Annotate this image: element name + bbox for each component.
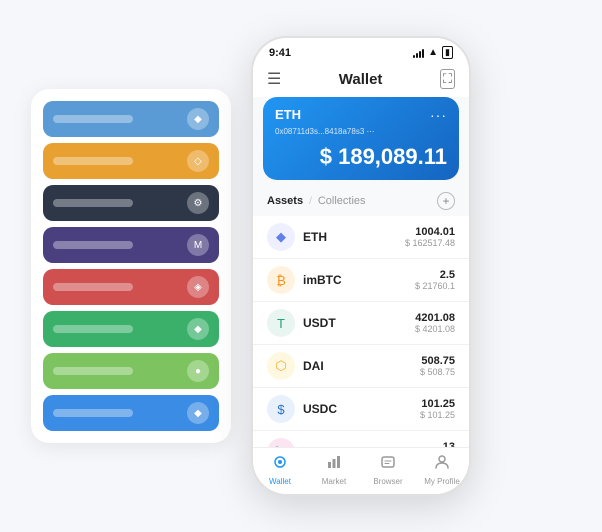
header: ☰ Wallet ⛶ xyxy=(253,63,469,97)
assets-tab-sep: / xyxy=(309,196,312,207)
asset-amount-secondary: $ 21760.1 xyxy=(415,281,455,291)
eth-card-name: ETH xyxy=(275,107,301,122)
asset-icon: ◆ xyxy=(267,223,295,251)
asset-amounts: 4201.08$ 4201.08 xyxy=(415,312,455,334)
asset-item[interactable]: T USDT4201.08$ 4201.08 xyxy=(253,302,469,345)
asset-item[interactable]: ₿ imBTC2.5$ 21760.1 xyxy=(253,259,469,302)
card-item[interactable]: ◈ xyxy=(43,269,219,305)
asset-list: ◆ ETH1004.01$ 162517.48 ₿ imBTC2.5$ 21760.1… xyxy=(253,216,469,447)
nav-icon-browser xyxy=(380,454,396,475)
card-icon: ◇ xyxy=(187,150,209,172)
eth-card-address: 0x08711d3s...8418a78s3 ⋯ xyxy=(275,127,447,136)
phone-mockup: 9:41 ▲ ▮ ☰ Wallet ⛶ ETH ··· xyxy=(251,36,471,496)
status-icons: ▲ ▮ xyxy=(413,46,453,59)
battery-icon: ▮ xyxy=(442,46,453,59)
nav-item-browser[interactable]: Browser xyxy=(361,454,415,486)
asset-item[interactable]: ◆ ETH1004.01$ 162517.48 xyxy=(253,216,469,259)
card-stack: ◆ ◇ ⚙ M ◈ ◆ ● ◆ xyxy=(31,89,231,443)
assets-tab-active[interactable]: Assets xyxy=(267,195,303,207)
asset-name: imBTC xyxy=(303,273,415,287)
eth-card[interactable]: ETH ··· 0x08711d3s...8418a78s3 ⋯ $ 189,0… xyxy=(263,97,459,180)
card-item[interactable]: ◆ xyxy=(43,395,219,431)
asset-item[interactable]: $ USDC101.25$ 101.25 xyxy=(253,388,469,431)
card-icon: ● xyxy=(187,360,209,382)
asset-amount-primary: 101.25 xyxy=(420,398,455,410)
asset-amount-secondary: $ 508.75 xyxy=(420,367,455,377)
scene: ◆ ◇ ⚙ M ◈ ◆ ● ◆ 9:41 ▲ ▮ ☰ Wallet ⛶ xyxy=(11,11,591,521)
asset-name: USDC xyxy=(303,402,420,416)
assets-add-button[interactable]: + xyxy=(437,192,455,210)
card-icon: ◆ xyxy=(187,318,209,340)
nav-label-wallet: Wallet xyxy=(269,477,291,486)
phone-screen: 9:41 ▲ ▮ ☰ Wallet ⛶ ETH ··· xyxy=(253,38,469,494)
wifi-icon: ▲ xyxy=(428,47,438,58)
card-item[interactable]: ◇ xyxy=(43,143,219,179)
card-item[interactable]: M xyxy=(43,227,219,263)
menu-icon[interactable]: ☰ xyxy=(267,69,281,89)
asset-icon: $ xyxy=(267,395,295,423)
eth-card-dots: ··· xyxy=(430,107,447,123)
nav-item-my-profile[interactable]: My Profile xyxy=(415,454,469,486)
card-item[interactable]: ● xyxy=(43,353,219,389)
signal-icon xyxy=(413,48,424,58)
assets-tab-inactive[interactable]: Collecties xyxy=(318,195,366,207)
eth-card-top: ETH ··· xyxy=(275,107,447,123)
nav-label-my-profile: My Profile xyxy=(424,477,460,486)
card-item[interactable]: ◆ xyxy=(43,311,219,347)
asset-amounts: 1004.01$ 162517.48 xyxy=(405,226,455,248)
asset-amounts: 508.75$ 508.75 xyxy=(420,355,455,377)
card-item[interactable]: ⚙ xyxy=(43,185,219,221)
card-icon: ◆ xyxy=(187,108,209,130)
asset-icon: 🐦 xyxy=(267,438,295,447)
card-icon: M xyxy=(187,234,209,256)
assets-header: Assets / Collecties + xyxy=(253,188,469,216)
asset-amount-secondary: $ 4201.08 xyxy=(415,324,455,334)
asset-item[interactable]: 🐦TFT130 xyxy=(253,431,469,447)
asset-icon: ₿ xyxy=(267,266,295,294)
asset-icon: ⬡ xyxy=(267,352,295,380)
assets-tabs: Assets / Collecties xyxy=(267,195,366,207)
nav-item-wallet[interactable]: Wallet xyxy=(253,454,307,486)
asset-amount-secondary: $ 162517.48 xyxy=(405,238,455,248)
nav-label-market: Market xyxy=(322,477,346,486)
nav-item-market[interactable]: Market xyxy=(307,454,361,486)
asset-amount-primary: 1004.01 xyxy=(405,226,455,238)
asset-amount-primary: 4201.08 xyxy=(415,312,455,324)
asset-amount-primary: 2.5 xyxy=(415,269,455,281)
card-icon: ◆ xyxy=(187,402,209,424)
card-item[interactable]: ◆ xyxy=(43,101,219,137)
expand-icon[interactable]: ⛶ xyxy=(440,69,455,89)
nav-icon-my-profile xyxy=(434,454,450,475)
asset-name: DAI xyxy=(303,359,420,373)
nav-icon-market xyxy=(326,454,342,475)
nav-icon-wallet xyxy=(272,454,288,475)
bottom-nav: Wallet Market Browser My Profile xyxy=(253,447,469,494)
status-bar: 9:41 ▲ ▮ xyxy=(253,38,469,63)
asset-icon: T xyxy=(267,309,295,337)
asset-name: ETH xyxy=(303,230,405,244)
nav-label-browser: Browser xyxy=(373,477,402,486)
status-time: 9:41 xyxy=(269,47,291,59)
eth-card-balance: $ 189,089.11 xyxy=(275,144,447,170)
card-icon: ⚙ xyxy=(187,192,209,214)
asset-item[interactable]: ⬡ DAI508.75$ 508.75 xyxy=(253,345,469,388)
card-icon: ◈ xyxy=(187,276,209,298)
asset-name: USDT xyxy=(303,316,415,330)
asset-amount-primary: 508.75 xyxy=(420,355,455,367)
header-title: Wallet xyxy=(339,71,383,88)
asset-amount-secondary: $ 101.25 xyxy=(420,410,455,420)
asset-amounts: 2.5$ 21760.1 xyxy=(415,269,455,291)
asset-amounts: 101.25$ 101.25 xyxy=(420,398,455,420)
